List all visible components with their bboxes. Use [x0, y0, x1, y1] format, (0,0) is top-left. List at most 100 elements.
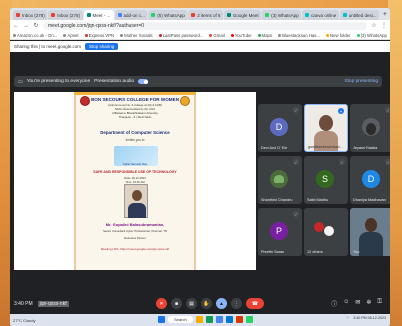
stop-presenting-button[interactable]: Stop presenting: [344, 79, 378, 84]
participant-name: Jeyasri Raaba: [353, 146, 378, 150]
bookmark-item[interactable]: (3) WhatsApp: [356, 33, 387, 38]
participant-tile[interactable]: ⁄ Shanthini Chandru: [258, 156, 302, 204]
browser-tab[interactable]: (5) WhatsApp: [148, 10, 188, 20]
browser-tab[interactable]: 2 items of 5: [188, 10, 223, 20]
maps-icon: [257, 33, 261, 37]
office-icon[interactable]: [235, 316, 243, 323]
participant-tile[interactable]: ⁄ S Sakti Madhu: [304, 156, 348, 204]
weather-widget[interactable]: 27°C Cloudy: [13, 318, 36, 323]
menu-icon[interactable]: ⋮: [381, 22, 387, 29]
browser-tab-active[interactable]: Meet - ...: [83, 10, 114, 20]
tab-label: Google Meet: [232, 12, 259, 18]
bookmark-item[interactable]: Maps: [257, 32, 273, 38]
bookmark-icon: [120, 33, 124, 37]
windows-start-icon[interactable]: [158, 316, 165, 323]
avatar: S: [316, 170, 334, 188]
participant-tile[interactable]: ⁄ P Preethi Saran: [258, 208, 302, 256]
bookmark-label: New folder: [330, 32, 351, 38]
file-explorer-icon[interactable]: [195, 316, 203, 323]
leave-call-button[interactable]: ☎: [246, 298, 264, 309]
browser-tab[interactable]: Inbox (278): [48, 10, 83, 20]
browser-tab[interactable]: add-on c...: [114, 10, 148, 20]
camera-button[interactable]: ■: [171, 298, 182, 309]
whatsapp-icon[interactable]: [245, 316, 253, 323]
stop-sharing-button[interactable]: Stop sharing: [84, 43, 119, 50]
avatar: [362, 118, 380, 136]
captions-button[interactable]: ▤: [186, 298, 197, 309]
present-button[interactable]: ▲: [216, 298, 227, 309]
side-panel-controls: ⓘ ☺ ✉ ✲ ⚿: [331, 299, 382, 308]
poster-college-name: BON SECOURS COLLEGE FOR WOMEN: [90, 97, 180, 102]
browser-tab[interactable]: (3) WhatsApp: [262, 10, 302, 20]
taskbar-clock[interactable]: 3:40 PM 06-12-2023: [353, 316, 386, 320]
speaker-photo: [124, 184, 148, 218]
bookmark-label: Amazon.co.uk - On...: [17, 32, 58, 38]
reload-icon[interactable]: ↻: [33, 22, 39, 29]
windows-taskbar: 27°C Cloudy Search ◠ 3:40 PM 06-12-2023: [10, 314, 390, 326]
wifi-icon[interactable]: ◠: [346, 316, 349, 320]
tab-label: Meet - ...: [92, 12, 111, 18]
participant-tile[interactable]: ⁄ Jeyasri Raaba: [350, 104, 390, 152]
participant-tile[interactable]: ⁄ D Devi Arul D' Ele: [258, 104, 302, 152]
bookmark-item[interactable]: Mother Socials: [120, 32, 153, 38]
avatar: D: [270, 118, 288, 136]
forward-icon[interactable]: →: [23, 23, 29, 29]
poster-theme: SAFE AND RESPONSIBLE USE OF TECHNOLOGY: [93, 170, 177, 174]
photo-surround-right: [388, 0, 402, 326]
others-tile[interactable]: 12 others: [304, 208, 348, 256]
bookmark-item[interactable]: LastPass password...: [158, 33, 203, 38]
speaker-photo-body: [128, 203, 146, 218]
mic-off-icon: ⁄: [293, 107, 299, 113]
bookmark-icon: [278, 33, 282, 37]
self-video-body: [359, 232, 383, 256]
more-options-button[interactable]: ⋮: [231, 298, 242, 309]
bookmark-item[interactable]: YouTube: [230, 33, 252, 38]
app-icon[interactable]: [205, 316, 213, 323]
bookmark-label: Maps: [261, 32, 273, 38]
presentation-audio-toggle[interactable]: [138, 79, 149, 84]
participant-tile[interactable]: ⁄ D Dhaniya Madhavan: [350, 156, 390, 204]
edge-icon[interactable]: [225, 316, 233, 323]
poster-speaker-role: Senior Consultant Cyber Professional, Ch…: [103, 229, 167, 233]
meet-icon: [226, 13, 231, 17]
browser-tab[interactable]: Google Meet: [223, 10, 262, 20]
browser-tab[interactable]: canva online: [302, 10, 339, 20]
info-icon[interactable]: ⓘ: [331, 299, 337, 308]
participant-name: Devi Arul D' Ele: [261, 146, 288, 150]
chat-icon[interactable]: ✉: [355, 299, 360, 308]
poster-department: Department of Computer Science: [100, 130, 170, 135]
bookmark-item[interactable]: Amazon.co.uk - On...: [13, 33, 57, 38]
presenting-bar: ▭ You're presenting to everyone Presenta…: [14, 76, 382, 87]
event-poster: BON SECOURS COLLEGE FOR WOMEN (Autonomou…: [74, 92, 196, 270]
participant-tile[interactable]: ✦ gowthambuvimbav...: [304, 104, 348, 152]
star-icon[interactable]: ☆: [371, 22, 377, 29]
taskbar-search[interactable]: Search: [168, 316, 193, 323]
page-icon: [191, 13, 196, 17]
url-bar[interactable]: meet.google.com/jqn-qxss-nkf/?authuser=0: [43, 21, 367, 30]
back-icon[interactable]: ←: [13, 23, 19, 29]
participant-video-head: [319, 115, 333, 131]
bookmark-item[interactable]: Bluestacksun Has...: [278, 33, 320, 38]
browser-tab[interactable]: Inbox (278): [13, 10, 48, 20]
presenting-text: You're presenting to everyone: [26, 79, 91, 84]
chrome-icon[interactable]: [215, 316, 223, 323]
bookmark-item[interactable]: Apnet: [63, 33, 79, 38]
bookmark-item[interactable]: Express.VPN: [84, 33, 114, 38]
activities-icon[interactable]: ✲: [366, 299, 371, 308]
raise-hand-button[interactable]: ✋: [201, 298, 212, 309]
whatsapp-icon: [356, 33, 360, 37]
bookmark-item[interactable]: New folder: [326, 33, 351, 38]
mic-off-button[interactable]: ✕: [156, 298, 167, 309]
new-tab-button[interactable]: +: [380, 10, 390, 20]
poster-meeting-url: Meeting URL: https://meet.google.com/jqn…: [100, 247, 170, 251]
bookmark-item[interactable]: Gmail: [209, 33, 225, 38]
self-tile[interactable]: You: [350, 208, 390, 256]
bookmark-label: Mother Socials: [124, 32, 153, 38]
laptop-screen: Inbox (278) Inbox (278) Meet - ... add-o…: [10, 8, 390, 326]
screen-share-banner: Sharing this | to meet.google.com Stop s…: [10, 41, 390, 52]
browser-tab[interactable]: untitled desi...: [339, 10, 379, 20]
people-icon[interactable]: ☺: [343, 299, 349, 308]
bookmarks-bar: Amazon.co.uk - On... Apnet Express.VPN M…: [10, 31, 390, 40]
tab-label: Inbox (278): [57, 12, 81, 18]
lock-icon[interactable]: ⚿: [377, 299, 382, 308]
